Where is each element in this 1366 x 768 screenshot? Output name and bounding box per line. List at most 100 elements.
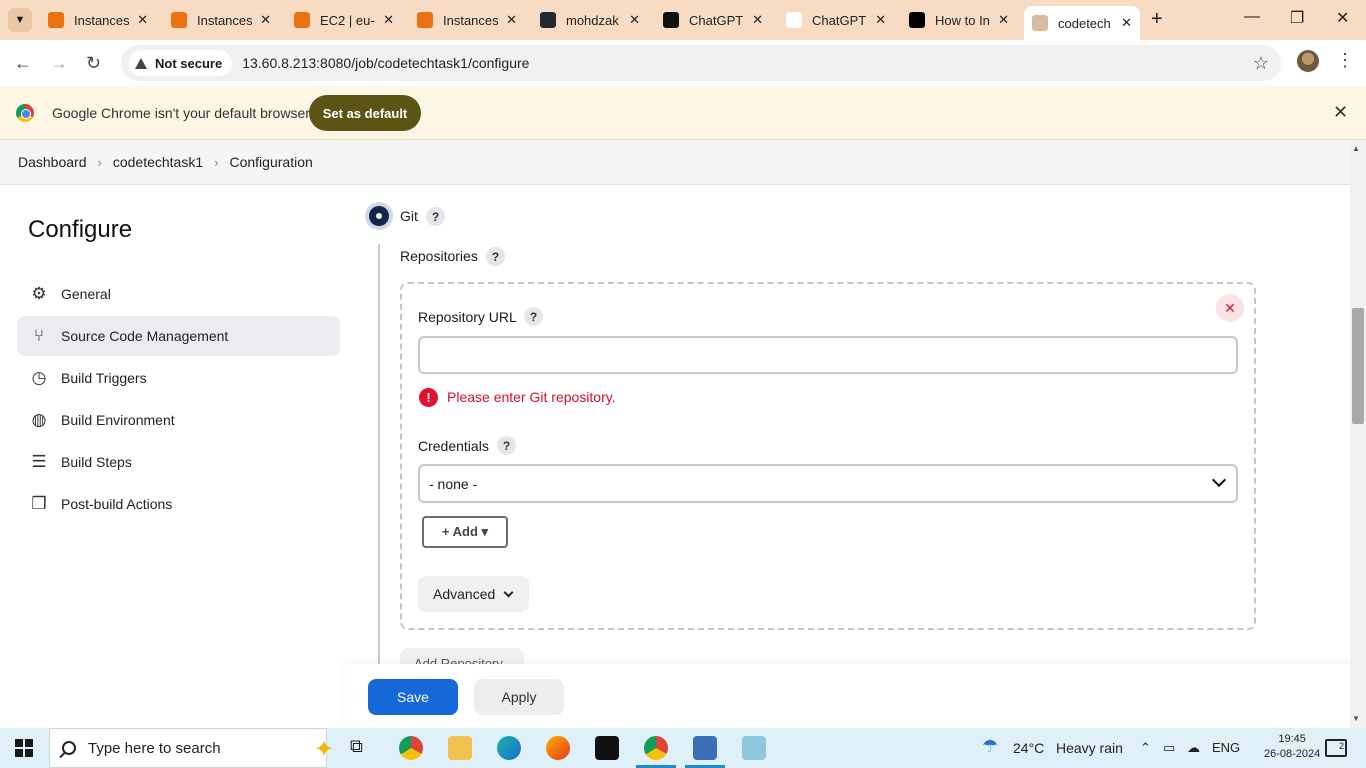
help-icon[interactable]: ?: [426, 207, 445, 226]
weather-desc: Heavy rain: [1055, 740, 1123, 756]
network-icon[interactable]: ☁: [1187, 740, 1200, 756]
edge-icon[interactable]: [497, 736, 521, 760]
help-icon[interactable]: ?: [497, 436, 516, 455]
breadcrumb-job[interactable]: codetechtask1: [113, 154, 203, 170]
browser-toolbar: ← → ↻ Not secure 13.60.8.213:8080/job/co…: [0, 40, 1366, 86]
tab-close-icon[interactable]: ✕: [1121, 15, 1132, 31]
breadcrumb-dashboard[interactable]: Dashboard: [18, 154, 87, 170]
security-label: Not secure: [155, 55, 223, 71]
sidenav-item[interactable]: ❒ Post-build Actions: [17, 484, 340, 524]
git-option-label: Git: [400, 208, 418, 224]
save-button[interactable]: Save: [368, 679, 458, 715]
tab-close-icon[interactable]: ✕: [383, 12, 394, 28]
windows-start-icon[interactable]: [15, 739, 33, 757]
chevron-up-icon[interactable]: ⌃: [1140, 740, 1151, 756]
firefox-icon[interactable]: [546, 736, 570, 760]
tab-title: Instances: [443, 12, 499, 28]
address-bar[interactable]: Not secure 13.60.8.213:8080/job/codetech…: [121, 45, 1281, 81]
excel-xii-icon[interactable]: [595, 736, 619, 760]
help-icon[interactable]: ?: [524, 307, 543, 326]
add-credentials-button[interactable]: + Add ▾: [422, 516, 508, 548]
scrollbar-thumb[interactable]: [1352, 308, 1364, 424]
apply-button[interactable]: Apply: [474, 679, 564, 715]
url-text[interactable]: 13.60.8.213:8080/job/codetechtask1/confi…: [242, 55, 529, 71]
help-icon[interactable]: ?: [486, 247, 505, 266]
tab-title: codetech: [1058, 15, 1111, 31]
git-radio[interactable]: [365, 202, 393, 230]
forward-icon[interactable]: →: [50, 53, 68, 74]
weather-widget[interactable]: 24°C Heavy rain: [1013, 740, 1123, 756]
notification-icon[interactable]: 2: [1325, 739, 1347, 757]
profile-avatar[interactable]: [1297, 50, 1319, 72]
app-icon[interactable]: [742, 736, 766, 760]
remote-desktop-icon[interactable]: [693, 736, 717, 760]
weather-rain-icon[interactable]: ☂: [982, 736, 998, 757]
browser-tab[interactable]: Instances ✕: [409, 6, 525, 34]
clock[interactable]: 19:45 26-08-2024: [1264, 732, 1320, 762]
repository-url-error: Please enter Git repository.: [447, 389, 616, 405]
credentials-selected: - none -: [429, 475, 478, 492]
scroll-down-icon[interactable]: ▼: [1352, 714, 1360, 723]
warning-icon: [135, 57, 147, 69]
security-chip[interactable]: Not secure: [129, 50, 233, 76]
tab-close-icon[interactable]: ✕: [260, 12, 271, 28]
browser-tab[interactable]: Instances ✕: [163, 6, 279, 34]
close-icon[interactable]: ✕: [1333, 102, 1348, 123]
tab-close-icon[interactable]: ✕: [137, 12, 148, 28]
browser-tab[interactable]: ChatGPT ✕: [778, 6, 894, 34]
advanced-button[interactable]: Advanced: [418, 576, 529, 612]
tab-title: EC2 | eu-r: [320, 12, 376, 28]
page-title: Configure: [28, 216, 133, 243]
sidenav-item[interactable]: ◍ Build Environment: [17, 400, 340, 440]
set-default-button[interactable]: Set as default: [309, 95, 421, 131]
list-icon: ☰: [31, 452, 47, 471]
tab-close-icon[interactable]: ✕: [752, 12, 763, 28]
chrome-taskbar-icon[interactable]: [399, 736, 423, 760]
gear-icon: ⚙: [31, 284, 47, 303]
chrome-profile-icon[interactable]: [644, 736, 668, 760]
browser-tab[interactable]: Instances ✕: [40, 6, 156, 34]
tab-title: ChatGPT: [812, 12, 867, 28]
page-scrollbar[interactable]: [1350, 140, 1366, 728]
favicon-icon: [294, 12, 310, 28]
tab-title: mohdzak: [566, 12, 619, 28]
browser-tab[interactable]: EC2 | eu-r ✕: [286, 6, 402, 34]
sidenav-item[interactable]: ◷ Build Triggers: [17, 358, 340, 398]
remove-repository-icon[interactable]: ✕: [1216, 294, 1244, 322]
credentials-label: Credentials: [418, 438, 489, 454]
battery-icon[interactable]: ▭: [1163, 740, 1175, 756]
sidenav-item[interactable]: ☰ Build Steps: [17, 442, 340, 482]
browser-tab[interactable]: ChatGPT | ✕: [655, 6, 771, 34]
task-view-icon[interactable]: ⧉: [350, 736, 374, 760]
favicon-icon: [786, 12, 802, 28]
sidenav-item[interactable]: ⑂ Source Code Management: [17, 316, 340, 356]
breadcrumb-configuration[interactable]: Configuration: [229, 154, 312, 170]
browser-tab[interactable]: How to In ✕: [901, 6, 1017, 34]
browser-tab[interactable]: mohdzak ✕: [532, 6, 648, 34]
bookmark-star-icon[interactable]: ☆: [1253, 53, 1269, 74]
favicon-icon: [417, 12, 433, 28]
menu-icon[interactable]: ⋮: [1336, 50, 1354, 71]
restore-icon[interactable]: ❐: [1290, 8, 1304, 28]
credentials-select[interactable]: - none -: [418, 464, 1238, 503]
tab-title: Instances: [197, 12, 253, 28]
chevron-down-icon: [503, 587, 514, 597]
new-tab-button[interactable]: +: [1151, 8, 1163, 31]
breadcrumb: Dashboard › codetechtask1 › Configuratio…: [0, 140, 1350, 185]
tab-close-icon[interactable]: ✕: [875, 12, 886, 28]
back-icon[interactable]: ←: [14, 53, 32, 74]
close-window-icon[interactable]: ✕: [1336, 8, 1349, 28]
sidenav-item[interactable]: ⚙ General: [17, 274, 340, 314]
scroll-up-icon[interactable]: ▲: [1352, 144, 1360, 153]
file-explorer-icon[interactable]: [448, 736, 472, 760]
repository-url-input[interactable]: [418, 336, 1238, 374]
tab-close-icon[interactable]: ✕: [629, 12, 640, 28]
reload-icon[interactable]: ↻: [86, 53, 101, 74]
tab-close-icon[interactable]: ✕: [998, 12, 1009, 28]
tab-search-button[interactable]: ▼: [8, 8, 32, 32]
browser-tab[interactable]: codetech ✕: [1024, 6, 1140, 40]
tab-close-icon[interactable]: ✕: [506, 12, 517, 28]
minimize-icon[interactable]: —: [1244, 8, 1260, 26]
language-indicator[interactable]: ENG: [1212, 740, 1240, 755]
taskbar-search[interactable]: Type here to search ✦: [49, 728, 334, 768]
